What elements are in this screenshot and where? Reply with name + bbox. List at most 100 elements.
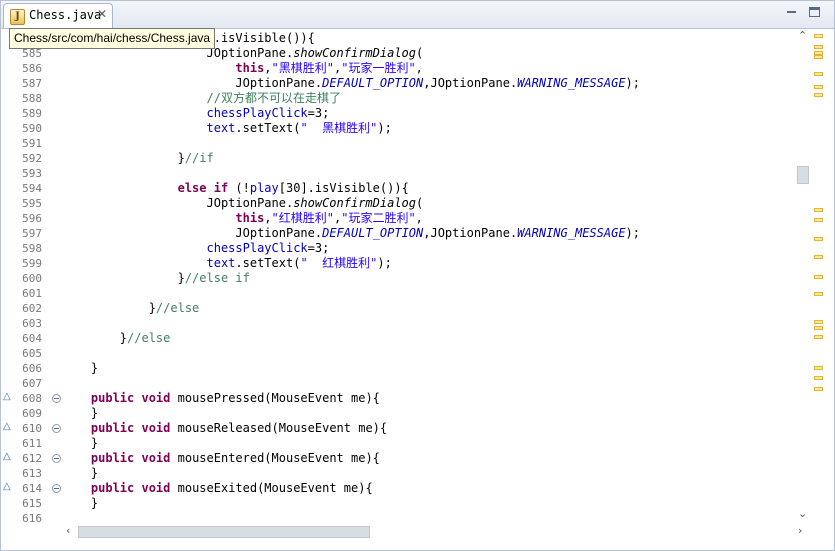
code-token: (! <box>228 181 250 195</box>
code-line: } <box>62 361 98 376</box>
code-token: JOptionPane. <box>62 196 294 210</box>
java-file-icon: J <box>10 9 25 25</box>
warning-marker[interactable] <box>814 376 823 380</box>
code-token: DEFAULT_OPTION <box>322 226 424 240</box>
editor-window: J Chess.java ✕ Chess/src/com/hai/chess/C… <box>0 0 835 551</box>
code-token: text <box>206 256 236 270</box>
warning-marker[interactable] <box>814 85 823 89</box>
maximize-icon[interactable] <box>809 7 820 17</box>
code-token: play <box>249 181 279 195</box>
scroll-up-icon[interactable]: ⌃ <box>798 29 807 42</box>
tab-chess-java[interactable]: J Chess.java ✕ <box>3 3 113 28</box>
override-marker-icon[interactable]: △ <box>3 391 11 402</box>
override-marker-icon[interactable]: △ <box>3 451 11 462</box>
code-line: public void mouseExited(MouseEvent me){ <box>62 481 373 496</box>
warning-marker[interactable] <box>814 255 823 259</box>
code-line: } <box>62 496 98 511</box>
code-token: .setText( <box>235 256 301 270</box>
code-token: ( <box>416 196 424 210</box>
line-number: 611 <box>22 437 42 450</box>
line-number: 616 <box>22 512 42 525</box>
code-token: ); <box>377 256 392 270</box>
warning-marker[interactable] <box>814 34 823 38</box>
vertical-scroll-thumb[interactable] <box>797 166 809 184</box>
warning-marker[interactable] <box>814 72 823 76</box>
scroll-down-icon[interactable]: ⌄ <box>798 507 807 520</box>
code-line: } <box>62 436 98 451</box>
warning-marker[interactable] <box>814 387 823 391</box>
code-line: text.setText(" 红棋胜利"); <box>62 256 392 271</box>
horizontal-scroll-thumb[interactable] <box>78 526 370 538</box>
line-number: 586 <box>22 62 42 75</box>
warning-marker[interactable] <box>814 320 823 324</box>
line-number: 596 <box>22 212 42 225</box>
close-icon[interactable]: ✕ <box>97 7 107 21</box>
code-token: //双方都不可以在走棋了 <box>206 91 341 105</box>
code-token: chessPlayClick <box>206 106 308 120</box>
code-token: else if <box>177 181 229 195</box>
warning-marker[interactable] <box>814 366 823 370</box>
code-line: //双方都不可以在走棋了 <box>62 91 341 106</box>
warning-marker[interactable] <box>814 275 823 279</box>
code-token: "红棋胜利" <box>271 211 334 225</box>
code-token: } <box>62 331 128 345</box>
overview-ruler[interactable] <box>811 29 834 523</box>
override-marker-icon[interactable]: △ <box>3 421 11 432</box>
warning-marker[interactable] <box>814 93 823 97</box>
code-token: , <box>415 211 423 225</box>
line-number: 589 <box>22 107 42 120</box>
vertical-scrollbar[interactable]: ⌃ ⌄ <box>794 29 811 523</box>
line-number: 595 <box>22 197 42 210</box>
scroll-right-icon[interactable]: › <box>798 524 802 537</box>
warning-marker[interactable] <box>814 218 823 222</box>
line-number: 591 <box>22 137 42 150</box>
code-token: public void <box>90 421 171 435</box>
warning-marker[interactable] <box>814 55 823 59</box>
code-token: } <box>62 406 99 420</box>
code-token: =3; <box>307 106 330 120</box>
code-token: DEFAULT_OPTION <box>322 76 424 90</box>
code-token: ( <box>416 46 424 60</box>
warning-marker[interactable] <box>814 208 823 212</box>
code-token: } <box>62 271 185 285</box>
code-token: =3; <box>307 241 330 255</box>
horizontal-scrollbar[interactable]: ‹ › <box>62 523 811 540</box>
code-token: [30].isVisible()){ <box>278 181 409 195</box>
override-marker-icon[interactable]: △ <box>3 481 11 492</box>
code-line: public void mousePressed(MouseEvent me){ <box>62 391 380 406</box>
line-number: 593 <box>22 167 42 180</box>
warning-marker[interactable] <box>814 237 823 241</box>
line-number: 609 <box>22 407 42 420</box>
warning-marker[interactable] <box>814 326 823 330</box>
fold-collapse-icon[interactable] <box>52 424 61 433</box>
line-number: 606 <box>22 362 42 375</box>
code-token: ); <box>377 121 392 135</box>
code-token: public void <box>90 481 171 495</box>
line-number: 607 <box>22 377 42 390</box>
minimize-icon[interactable] <box>786 6 797 17</box>
fold-collapse-icon[interactable] <box>52 484 61 493</box>
code-line: this,"黑棋胜利","玩家一胜利", <box>62 61 423 76</box>
line-number: 592 <box>22 152 42 165</box>
bottom-edge <box>1 540 834 550</box>
warning-marker[interactable] <box>814 292 823 296</box>
fold-collapse-icon[interactable] <box>52 394 61 403</box>
code-token: ,JOptionPane. <box>423 226 518 240</box>
file-path-tooltip: Chess/src/com/hai/chess/Chess.java <box>9 28 216 49</box>
code-line: }//else if <box>62 271 250 286</box>
warning-marker[interactable] <box>814 335 823 339</box>
scroll-left-icon[interactable]: ‹ <box>66 524 70 537</box>
code-token: } <box>62 466 99 480</box>
fold-collapse-icon[interactable] <box>52 454 61 463</box>
code-token: "玩家一胜利" <box>341 61 416 75</box>
code-token: showConfirmDialog <box>293 196 417 210</box>
warning-marker[interactable] <box>814 45 823 49</box>
code-editor[interactable]: y[31].isVisible()){ JOptionPane.showConf… <box>62 29 794 523</box>
